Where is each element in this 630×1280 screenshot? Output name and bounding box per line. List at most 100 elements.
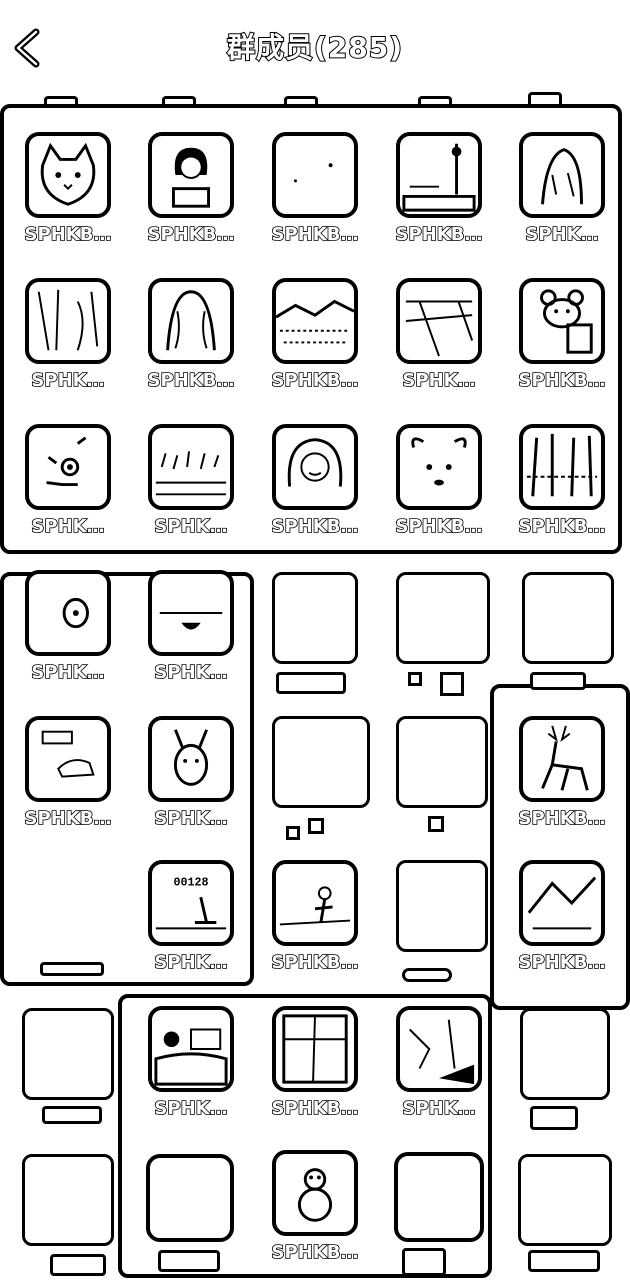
corrupted-label [530, 672, 586, 690]
member-name: SPHK… [154, 951, 229, 974]
member-item[interactable]: SPHKB… [265, 278, 365, 398]
member-name: SPHK… [31, 369, 106, 392]
member-item[interactable]: SPHKB… [141, 278, 241, 398]
member-avatar [272, 278, 358, 364]
member-item[interactable]: SPHKB… [512, 278, 612, 398]
member-item[interactable]: SPHKB… [141, 132, 241, 252]
member-item[interactable]: SPHKB… [18, 716, 118, 836]
member-avatar [272, 132, 358, 218]
corrupted-avatar [518, 1154, 612, 1246]
member-name: SPHKB… [271, 515, 359, 538]
member-name: SPHKB… [518, 515, 606, 538]
corrupted-avatar [522, 572, 614, 664]
member-name: SPHK… [154, 515, 229, 538]
corrupted-label [158, 1250, 220, 1272]
member-avatar [396, 424, 482, 510]
corrupted-label [40, 962, 104, 976]
corrupted-label [286, 826, 300, 840]
member-item[interactable]: 00128 SPHK… [141, 860, 241, 980]
member-name: SPHKB… [271, 1241, 359, 1264]
member-avatar [272, 424, 358, 510]
member-item[interactable]: SPHKB… [389, 132, 489, 252]
member-name: SPHKB… [24, 223, 112, 246]
member-item[interactable]: SPHKB… [265, 860, 365, 980]
member-name: SPHK… [154, 661, 229, 684]
member-item[interactable]: SPHKB… [389, 424, 489, 544]
member-avatar [148, 278, 234, 364]
member-avatar [396, 278, 482, 364]
member-name: SPHK… [525, 223, 600, 246]
member-item[interactable]: SPHK… [141, 1006, 241, 1126]
member-name: SPHKB… [518, 369, 606, 392]
member-item[interactable]: SPHKB… [265, 132, 365, 252]
member-item[interactable]: SPHKB… [512, 424, 612, 544]
member-item[interactable]: SPHKB… [265, 1150, 365, 1270]
member-name: SPHK… [154, 1097, 229, 1120]
corrupted-avatar [520, 1008, 610, 1100]
member-avatar [148, 570, 234, 656]
member-avatar [519, 860, 605, 946]
corrupted-avatar [396, 572, 490, 664]
member-name: SPHKB… [395, 223, 483, 246]
member-avatar [272, 1006, 358, 1092]
member-avatar [519, 278, 605, 364]
member-avatar [25, 278, 111, 364]
member-name: SPHKB… [271, 369, 359, 392]
member-name: SPHK… [31, 515, 106, 538]
member-item[interactable]: SPHK… [141, 716, 241, 836]
member-name: SPHK… [31, 661, 106, 684]
member-name: SPHKB… [395, 515, 483, 538]
counter-text: 00128 [173, 875, 208, 889]
member-item[interactable]: SPHK… [389, 278, 489, 398]
corrupted-label [50, 1254, 106, 1276]
member-item[interactable]: SPHK… [141, 570, 241, 690]
member-avatar [148, 132, 234, 218]
corrupted-label [402, 968, 452, 982]
corrupted-avatar [22, 1008, 114, 1100]
corrupted-avatar [396, 860, 488, 952]
corrupted-label [428, 816, 444, 832]
member-avatar [519, 132, 605, 218]
member-item[interactable]: SPHKB… [512, 860, 612, 980]
member-avatar: 00128 [148, 860, 234, 946]
member-item[interactable]: SPHKB… [265, 1006, 365, 1126]
member-avatar [272, 1150, 358, 1236]
member-avatar [148, 424, 234, 510]
member-name: SPHKB… [518, 807, 606, 830]
member-name: SPHKB… [147, 223, 235, 246]
member-avatar [148, 716, 234, 802]
member-item[interactable]: SPHK… [18, 570, 118, 690]
member-name: SPHKB… [147, 369, 235, 392]
corrupted-label [402, 1248, 446, 1276]
corrupted-avatar [394, 1152, 484, 1242]
member-avatar [396, 132, 482, 218]
member-name: SPHK… [402, 369, 477, 392]
member-avatar [272, 860, 358, 946]
member-name: SPHKB… [24, 807, 112, 830]
corrupted-label [528, 1250, 600, 1272]
corrupted-avatar [146, 1154, 234, 1242]
member-item[interactable]: SPHKB… [18, 132, 118, 252]
corrupted-label [276, 672, 346, 694]
corrupted-label [408, 672, 422, 686]
member-name: SPHKB… [271, 223, 359, 246]
member-item[interactable]: SPHK… [18, 424, 118, 544]
member-name: SPHKB… [271, 1097, 359, 1120]
member-avatar [519, 716, 605, 802]
member-name: SPHK… [402, 1097, 477, 1120]
page-title: 群成员(285) [226, 30, 404, 65]
corrupted-label [308, 818, 324, 834]
member-item[interactable]: SPHK… [512, 132, 612, 252]
member-avatar [25, 570, 111, 656]
member-item[interactable]: SPHKB… [512, 716, 612, 836]
member-item[interactable]: SPHK… [141, 424, 241, 544]
member-avatar [396, 1006, 482, 1092]
member-item[interactable]: SPHK… [18, 278, 118, 398]
member-avatar [519, 424, 605, 510]
corrupted-label [440, 672, 464, 696]
member-item[interactable]: SPHKB… [265, 424, 365, 544]
member-item[interactable]: SPHK… [389, 1006, 489, 1126]
corrupted-avatar [272, 716, 370, 808]
member-avatar [25, 132, 111, 218]
member-name: SPHK… [154, 807, 229, 830]
